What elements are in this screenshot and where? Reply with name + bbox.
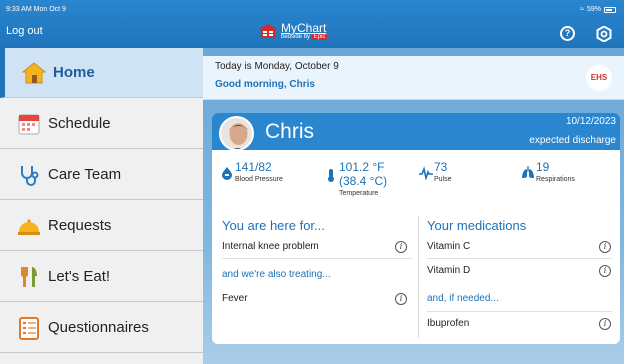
vital-label: Temperature (339, 190, 379, 197)
logo-sub-text: bedside by Epic (281, 34, 328, 40)
medication-item: Vitamin C (427, 241, 471, 252)
lungs-icon (522, 166, 534, 178)
info-icon[interactable]: i (395, 241, 407, 253)
blood-pressure-icon (222, 167, 232, 180)
patient-card: Chris 10/12/2023 expected discharge 141/… (212, 113, 620, 344)
home-icon (22, 62, 46, 84)
sidebar-item-label: Requests (48, 217, 112, 234)
also-treating-title: and we're also treating... (222, 269, 331, 280)
avatar (219, 116, 254, 151)
thermometer-icon (328, 169, 334, 182)
logo-epic: Epic (311, 34, 328, 40)
sidebar: Home Schedule Care Team Requests Let's E… (0, 48, 203, 364)
logo-bedside: bedside (281, 34, 303, 40)
battery-percent: 59% (586, 6, 601, 13)
vital-value: 73 (434, 160, 448, 174)
vital-value: 19 (536, 160, 550, 174)
mychart-logo: MyChart bedside by Epic (258, 21, 328, 40)
here-for-title: You are here for... (222, 218, 325, 233)
sidebar-item-label: Care Team (48, 166, 122, 183)
top-bar: 9:33 AM Mon Oct 9 ≈ 59% Log out MyChart … (0, 0, 624, 55)
sidebar-item-requests[interactable]: Requests (0, 201, 203, 251)
divider (427, 258, 612, 259)
clipboard-icon (19, 317, 39, 340)
discharge-date: 10/12/2023 (565, 116, 616, 127)
diagnosis-item: Fever (222, 293, 248, 304)
sidebar-item-label: Home (53, 64, 95, 81)
vital-value: 101.2 °F (339, 160, 385, 174)
if-needed-title: and, if needed... (427, 293, 499, 304)
house-icon (258, 24, 278, 38)
medications-title: Your medications (427, 218, 527, 233)
medication-item: Ibuprofen (427, 318, 470, 329)
vital-value-celsius: (38.4 °C) (339, 174, 388, 188)
ehs-logo: EHS (586, 65, 612, 91)
sidebar-item-questionnaires[interactable]: Questionnaires (0, 303, 203, 353)
sidebar-item-schedule[interactable]: Schedule (0, 99, 203, 149)
utensils-icon (20, 267, 37, 287)
gear-icon[interactable] (596, 26, 612, 42)
patient-name: Chris (265, 120, 315, 143)
column-divider (418, 216, 419, 338)
divider (427, 311, 612, 312)
info-icon[interactable]: i (395, 293, 407, 305)
medication-item: Vitamin D (427, 265, 471, 276)
sidebar-item-label: Schedule (48, 115, 111, 132)
pulse-icon (419, 166, 433, 180)
info-icon[interactable]: i (599, 318, 611, 330)
greeting-text: Good morning, Chris (215, 79, 315, 90)
calendar-icon (18, 114, 40, 135)
status-time: 9:33 AM Mon Oct 9 (6, 6, 66, 13)
bell-icon (18, 219, 40, 235)
sidebar-item-home[interactable]: Home (0, 48, 203, 98)
battery-icon (604, 6, 616, 13)
diagnosis-item: Internal knee problem (222, 241, 319, 252)
vital-label: Respirations (536, 176, 575, 183)
wifi-icon: ≈ (580, 6, 584, 13)
info-icon[interactable]: i (599, 265, 611, 277)
divider (222, 258, 412, 259)
vital-value: 141/82 (235, 160, 272, 174)
vitals-row: 141/82 Blood Pressure 101.2 °F (38.4 °C)… (212, 150, 620, 214)
sidebar-item-label: Let's Eat! (48, 268, 111, 285)
stethoscope-icon (21, 166, 39, 186)
sidebar-item-care-team[interactable]: Care Team (0, 150, 203, 200)
sidebar-item-lets-eat[interactable]: Let's Eat! (0, 252, 203, 302)
patient-photo (221, 118, 252, 149)
greeting-banner: Today is Monday, October 9 Good morning,… (203, 56, 624, 100)
status-indicators: ≈ 59% (580, 6, 616, 13)
logo-main-text: MyChart (281, 21, 327, 35)
vital-label: Pulse (434, 176, 452, 183)
sidebar-item-label: Questionnaires (48, 319, 149, 336)
help-icon[interactable]: ? (560, 26, 575, 41)
logout-button[interactable]: Log out (6, 25, 43, 37)
patient-card-header: Chris 10/12/2023 expected discharge (212, 113, 620, 151)
discharge-label: expected discharge (529, 135, 616, 146)
info-icon[interactable]: i (599, 241, 611, 253)
vital-label: Blood Pressure (235, 176, 283, 183)
date-text: Today is Monday, October 9 (215, 61, 339, 72)
